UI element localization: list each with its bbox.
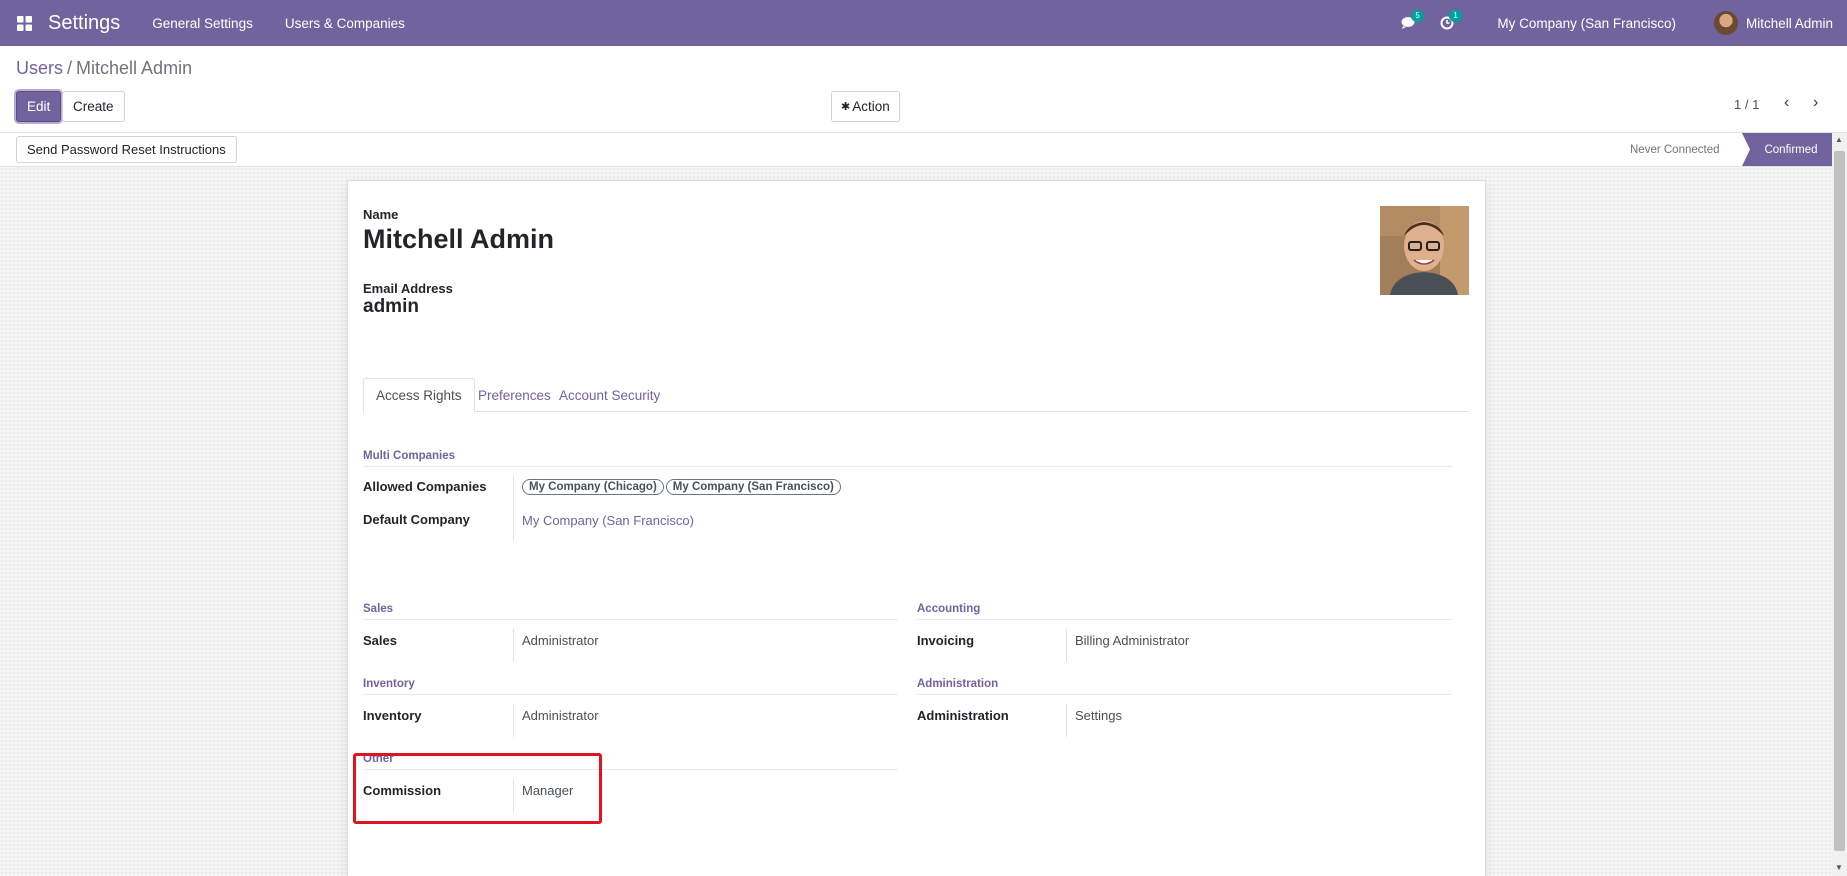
user-menu[interactable]: Mitchell Admin	[1713, 11, 1833, 35]
user-name: Mitchell Admin	[1745, 15, 1833, 31]
notebook-tabs: Access Rights Preferences Account Securi…	[363, 378, 1469, 413]
breadcrumb-separator: /	[67, 58, 73, 78]
sales-label: Sales	[363, 633, 397, 648]
form-view: Name Mitchell Admin Email Address admin …	[0, 167, 1832, 876]
default-company-label: Default Company	[363, 512, 470, 527]
action-button[interactable]: ✱ Action	[831, 91, 900, 122]
email-value: admin	[363, 296, 419, 317]
app-title[interactable]: Settings	[48, 12, 120, 35]
user-photo[interactable]	[1380, 206, 1469, 295]
tab-account-security[interactable]: Account Security	[547, 378, 672, 412]
field-separator	[1066, 704, 1067, 737]
top-navbar: Settings General Settings Users & Compan…	[0, 0, 1847, 46]
breadcrumb-users[interactable]: Users	[16, 58, 63, 78]
pager-value[interactable]: 1 / 1	[1734, 97, 1759, 112]
field-separator	[1066, 629, 1067, 662]
avatar	[1713, 11, 1738, 35]
chevron-right-icon[interactable]: ›	[1813, 94, 1818, 112]
field-separator	[513, 704, 514, 737]
highlight-box	[353, 753, 602, 824]
activities-badge: 1	[1449, 10, 1462, 22]
company-tag-san-francisco[interactable]: My Company (San Francisco)	[665, 479, 841, 495]
default-company-link[interactable]: My Company (San Francisco)	[522, 513, 694, 528]
section-administration: Administration	[917, 678, 1452, 695]
invoicing-label: Invoicing	[917, 633, 975, 648]
menu-users-companies[interactable]: Users & Companies	[285, 16, 405, 31]
name-label: Name	[363, 207, 399, 222]
administration-value[interactable]: Settings	[1075, 708, 1122, 723]
allowed-companies-label: Allowed Companies	[363, 479, 487, 494]
section-accounting: Accounting	[917, 603, 1452, 620]
tab-access-rights[interactable]: Access Rights	[363, 378, 475, 413]
apps-grid-icon[interactable]	[0, 0, 48, 46]
create-button[interactable]: Create	[62, 91, 125, 122]
chevron-left-icon[interactable]: ‹	[1784, 94, 1789, 112]
send-password-reset-button[interactable]: Send Password Reset Instructions	[16, 136, 237, 163]
scroll-down-icon[interactable]: ▼	[1835, 863, 1843, 872]
breadcrumb: Users / Mitchell Admin	[16, 58, 192, 79]
administration-label: Administration	[917, 708, 1009, 723]
action-label: Action	[852, 99, 890, 114]
allowed-companies-tags: My Company (Chicago) My Company (San Fran…	[522, 478, 843, 495]
messages-badge: 5	[1411, 10, 1424, 22]
inventory-label: Inventory	[363, 708, 422, 723]
messages-button[interactable]: 5	[1395, 0, 1424, 46]
field-separator	[513, 629, 514, 662]
stage-confirmed: Confirmed	[1742, 133, 1832, 166]
section-multi-companies: Multi Companies	[363, 450, 1453, 467]
activities-button[interactable]: 1	[1433, 0, 1462, 46]
invoicing-value[interactable]: Billing Administrator	[1075, 633, 1189, 648]
section-sales: Sales	[363, 603, 898, 620]
gear-icon: ✱	[841, 101, 851, 113]
form-sheet: Name Mitchell Admin Email Address admin …	[347, 180, 1486, 876]
scroll-thumb[interactable]	[1834, 151, 1845, 851]
field-separator	[513, 476, 514, 541]
email-label: Email Address	[363, 281, 453, 296]
name-value: Mitchell Admin	[363, 224, 555, 254]
section-inventory: Inventory	[363, 678, 898, 695]
company-switcher[interactable]: My Company (San Francisco)	[1497, 16, 1676, 31]
breadcrumb-current: Mitchell Admin	[76, 58, 193, 78]
control-panel: Users / Mitchell Admin Edit Create ✱ Action…	[0, 46, 1847, 133]
scrollbar[interactable]: ▲ ▼	[1832, 133, 1847, 876]
stage-never-connected: Never Connected	[1630, 143, 1720, 156]
company-tag-chicago[interactable]: My Company (Chicago)	[522, 479, 664, 495]
statusbar: Send Password Reset Instructions Never C…	[0, 133, 1847, 167]
inventory-value[interactable]: Administrator	[522, 708, 599, 723]
edit-button[interactable]: Edit	[16, 91, 62, 122]
menu-general-settings[interactable]: General Settings	[152, 16, 253, 31]
sales-value[interactable]: Administrator	[522, 633, 599, 648]
scroll-up-icon[interactable]: ▲	[1835, 135, 1843, 144]
